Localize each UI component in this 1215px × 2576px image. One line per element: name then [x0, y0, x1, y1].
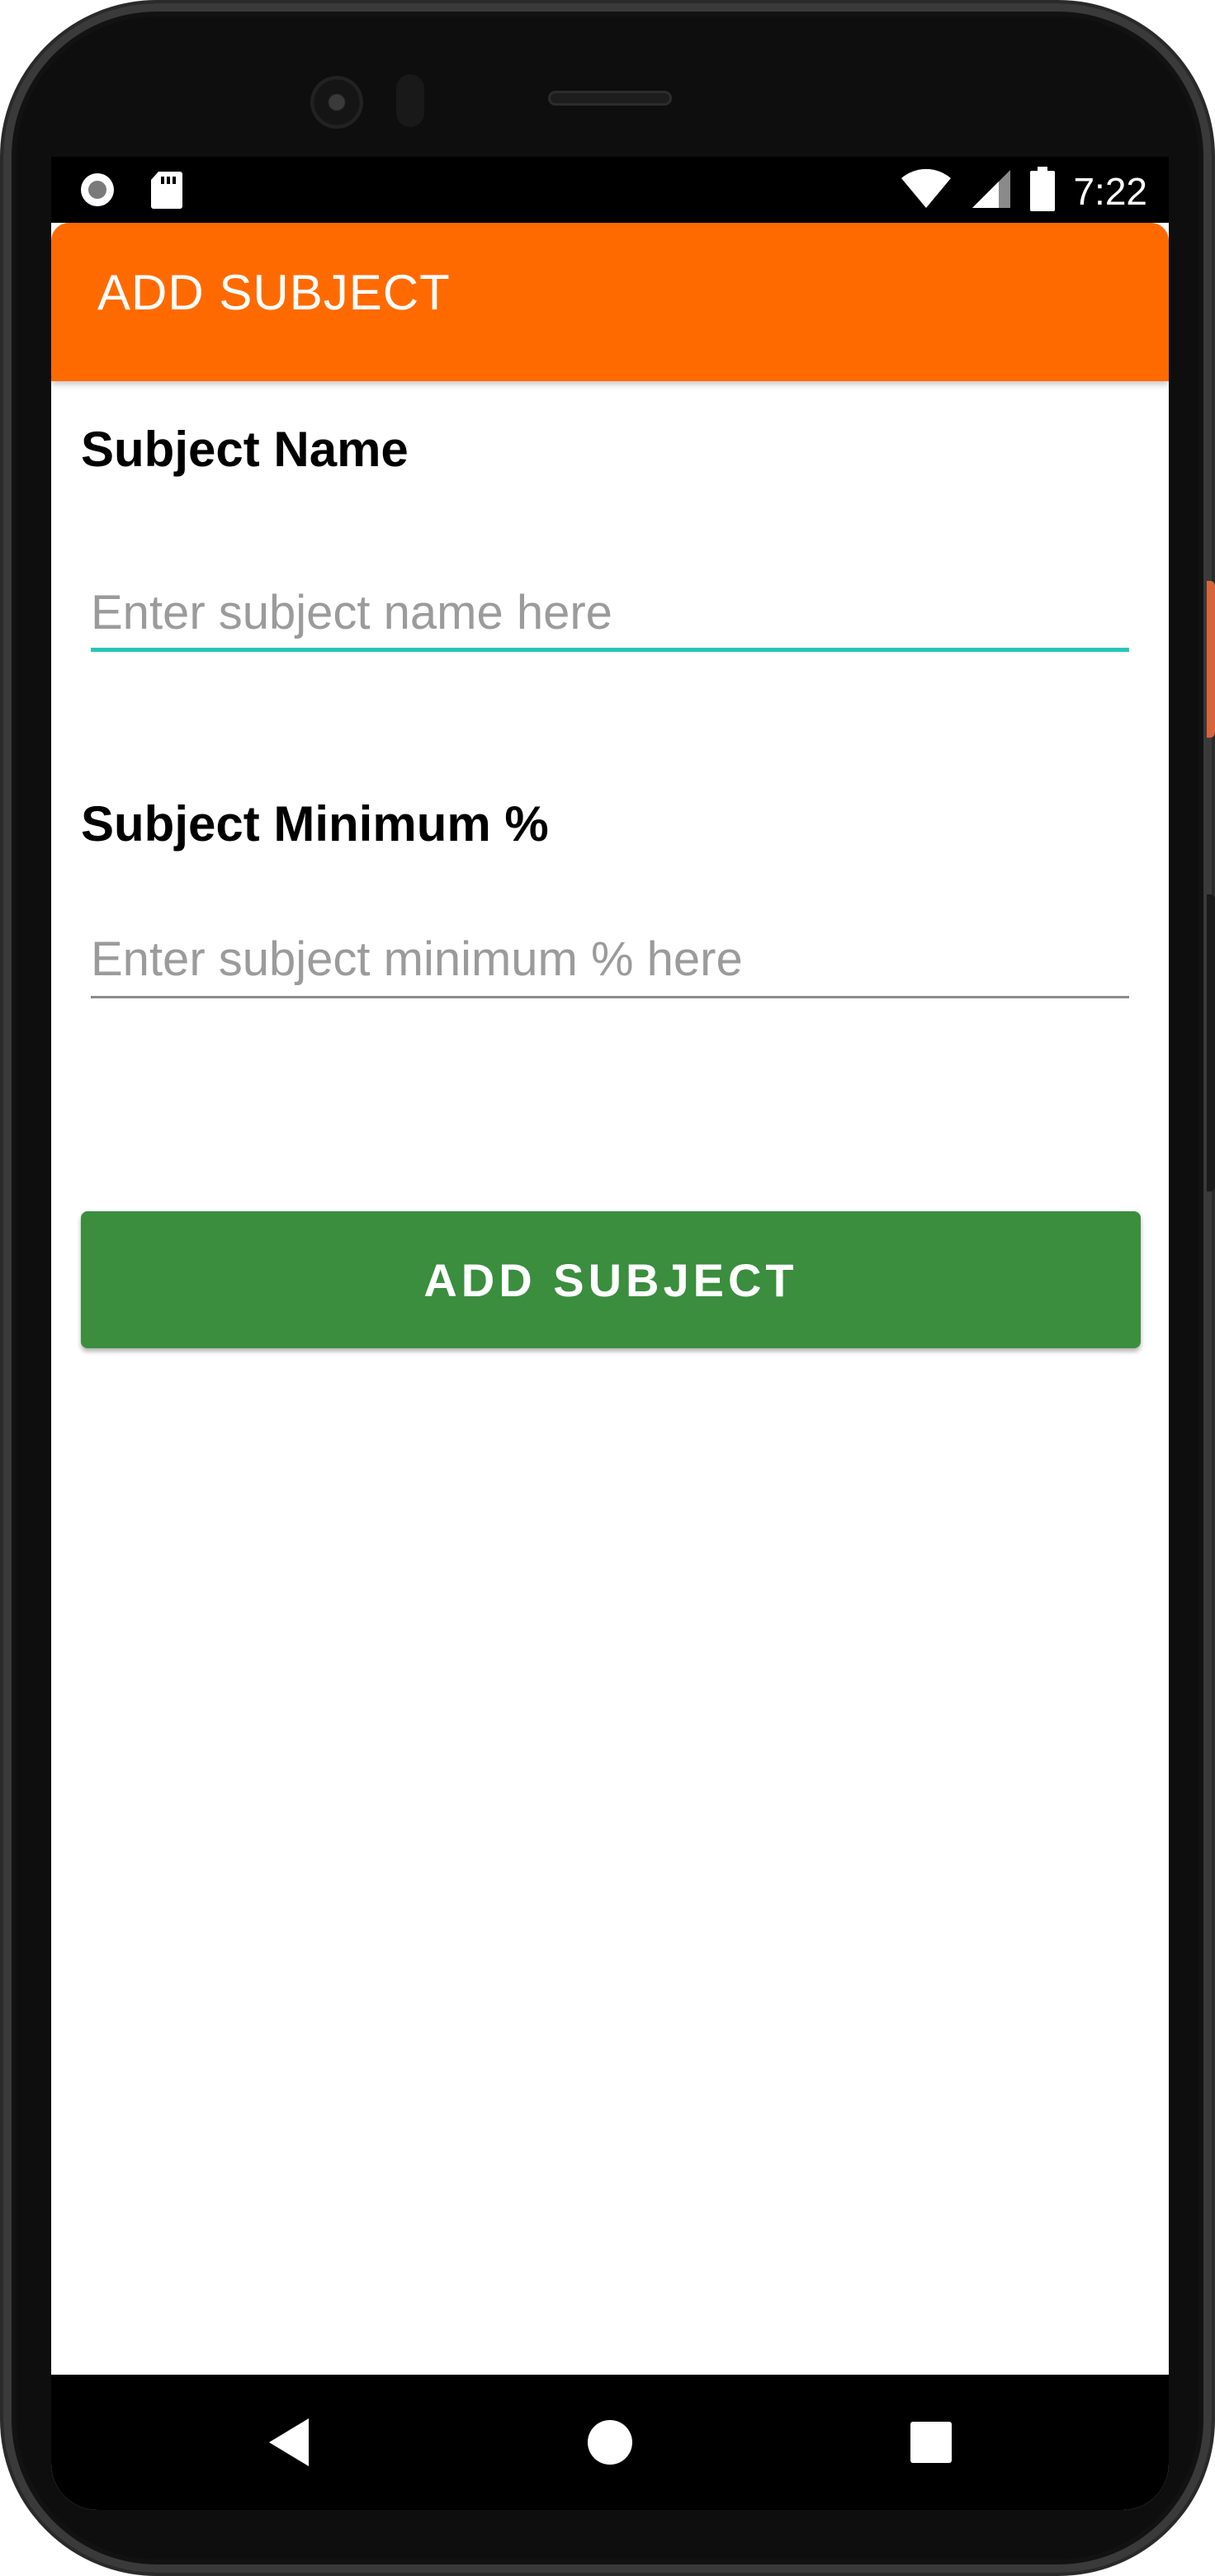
- sd-card-icon: [150, 170, 183, 214]
- subject-name-underline: [91, 648, 1129, 652]
- wifi-icon: [900, 168, 953, 214]
- subject-name-label: Subject Name: [81, 422, 409, 477]
- power-button: [1207, 581, 1215, 738]
- subject-minimum-label: Subject Minimum %: [81, 796, 549, 852]
- status-bar: 7:22: [51, 157, 1169, 223]
- subject-name-field[interactable]: [91, 573, 1129, 652]
- page-title: ADD SUBJECT: [97, 265, 451, 320]
- notification-circle-icon: [78, 170, 117, 214]
- earpiece-speaker: [548, 91, 672, 106]
- front-camera: [310, 76, 363, 129]
- signal-icon: [971, 168, 1012, 214]
- volume-button: [1207, 894, 1215, 1191]
- recents-icon[interactable]: [896, 2408, 966, 2477]
- home-icon[interactable]: [575, 2408, 645, 2477]
- subject-minimum-field[interactable]: [91, 919, 1129, 998]
- back-icon[interactable]: [254, 2408, 324, 2477]
- status-time: 7:22: [1073, 169, 1147, 213]
- battery-icon: [1030, 167, 1056, 215]
- navigation-bar: [51, 2375, 1169, 2510]
- app-bar: ADD SUBJECT: [51, 223, 1169, 381]
- add-subject-button[interactable]: ADD SUBJECT: [81, 1211, 1141, 1348]
- device-screen: 7:22 ADD SUBJECT Subject Name Subject Mi…: [51, 157, 1169, 2510]
- proximity-sensor: [396, 74, 424, 127]
- subject-minimum-input[interactable]: [91, 919, 1129, 998]
- subject-minimum-underline: [91, 996, 1129, 998]
- subject-name-input[interactable]: [91, 573, 1129, 652]
- phone-frame: 7:22 ADD SUBJECT Subject Name Subject Mi…: [0, 0, 1215, 2576]
